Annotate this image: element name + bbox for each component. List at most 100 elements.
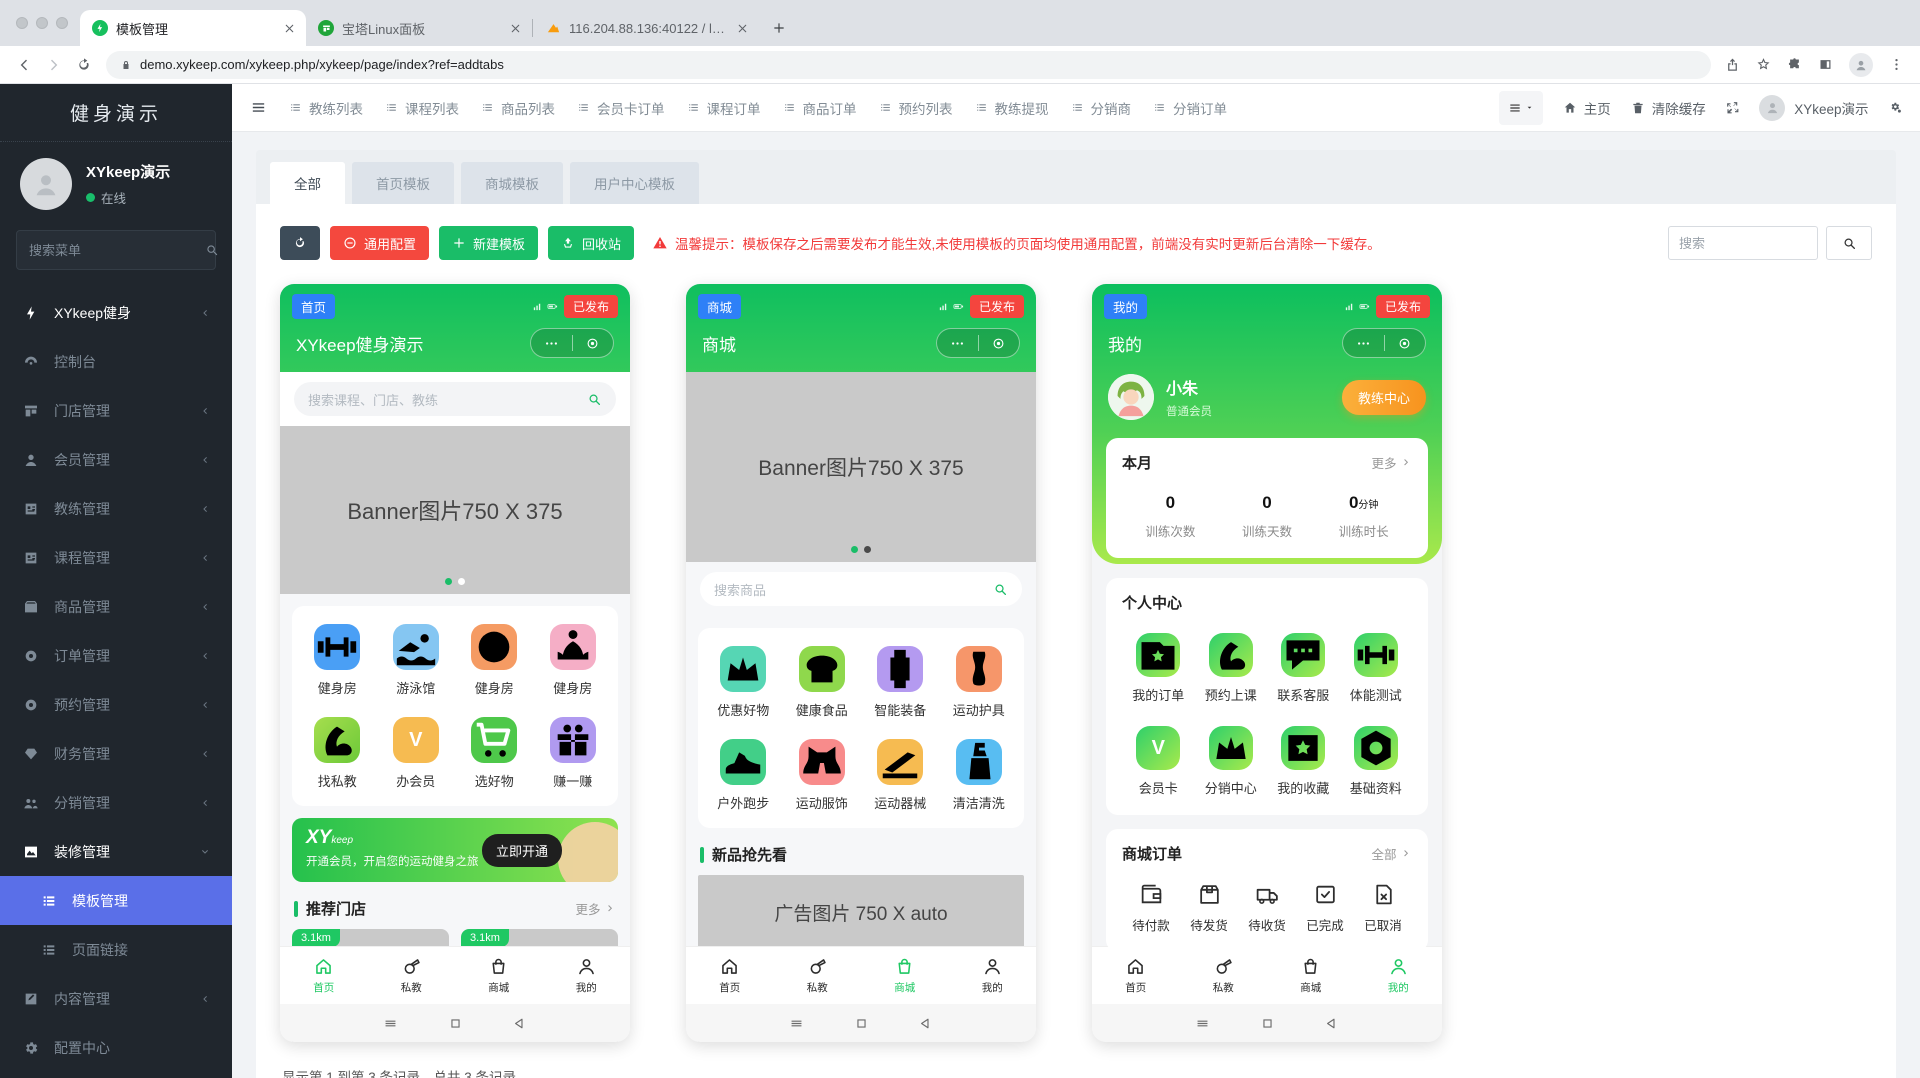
order-to-ship[interactable]: 待发货 (1180, 882, 1238, 934)
tabbar-coach[interactable]: 私教 (368, 947, 456, 1004)
navbar-user[interactable]: XYkeep演示 (1759, 95, 1868, 121)
grid-item-earn[interactable]: 赚一赚 (534, 717, 613, 790)
share-icon[interactable] (1725, 57, 1740, 72)
nav-coach-withdraw[interactable]: 教练提现 (975, 98, 1049, 118)
url-bar[interactable]: demo.xykeep.com/xykeep.php/xykeep/page/i… (106, 51, 1711, 79)
nav-course-orders[interactable]: 课程订单 (687, 98, 761, 118)
minimize-window-button[interactable] (36, 17, 48, 29)
pc-favorites[interactable]: 我的收藏 (1267, 726, 1340, 797)
android-home-icon[interactable] (853, 1015, 870, 1032)
tab-home-templates[interactable]: 首页模板 (352, 162, 454, 204)
menu-search-input[interactable] (29, 243, 205, 258)
more-dots-icon[interactable] (1343, 336, 1384, 351)
tabbar-home[interactable]: 首页 (280, 947, 368, 1004)
grid-item-food[interactable]: 健康食品 (783, 646, 862, 719)
order-completed[interactable]: 已完成 (1296, 882, 1354, 934)
grid-item-pool[interactable]: 游泳馆 (377, 624, 456, 697)
grid-item-gear[interactable]: 智能装备 (861, 646, 940, 719)
sidebar-item-members[interactable]: 会员管理 (0, 435, 232, 484)
android-menu-icon[interactable] (1194, 1015, 1211, 1032)
nav-product-list[interactable]: 商品列表 (481, 98, 555, 118)
close-window-button[interactable] (16, 17, 28, 29)
recycle-bin-button[interactable]: 回收站 (548, 226, 634, 260)
miniprogram-capsule[interactable] (1342, 328, 1426, 358)
grid-item-cleaning[interactable]: 清洁清洗 (940, 739, 1019, 812)
template-card-mall[interactable]: 商城 已发布 商城 (686, 284, 1036, 1042)
nav-coach-list[interactable]: 教练列表 (289, 98, 363, 118)
collapse-sidebar-icon[interactable] (250, 99, 267, 116)
capsule-target-icon[interactable] (979, 336, 1020, 351)
tabbar-home[interactable]: 首页 (1092, 947, 1180, 1004)
grid-item-ball[interactable]: 健身房 (455, 624, 534, 697)
pc-fitness-test[interactable]: 体能测试 (1340, 633, 1413, 704)
tabbar-coach[interactable]: 私教 (1180, 947, 1268, 1004)
forward-icon[interactable] (46, 57, 62, 73)
tab-all[interactable]: 全部 (270, 162, 345, 204)
more-dots-icon[interactable] (937, 336, 978, 351)
capsule-target-icon[interactable] (1385, 336, 1426, 351)
nav-course-list[interactable]: 课程列表 (385, 98, 459, 118)
order-pending-pay[interactable]: 待付款 (1122, 882, 1180, 934)
more-link[interactable]: 更多 (575, 899, 616, 918)
tabbar-home[interactable]: 首页 (686, 947, 774, 1004)
android-menu-icon[interactable] (788, 1015, 805, 1032)
new-tab-button[interactable] (765, 14, 793, 42)
tabbar-mall[interactable]: 商城 (455, 947, 543, 1004)
template-search-input[interactable] (1668, 226, 1818, 260)
android-home-icon[interactable] (447, 1015, 464, 1032)
tabbar-mine[interactable]: 我的 (543, 947, 631, 1004)
window-controls[interactable] (8, 0, 80, 46)
grid-item-member[interactable]: V办会员 (377, 717, 456, 790)
phone-search-bar[interactable]: 搜索商品 (700, 572, 1022, 606)
tabs-dropdown-button[interactable] (1499, 91, 1543, 125)
general-config-button[interactable]: 通用配置 (330, 226, 429, 260)
home-link[interactable]: 主页 (1563, 98, 1611, 118)
sidebar-item-stores[interactable]: 门店管理 (0, 386, 232, 435)
nav-product-orders[interactable]: 商品订单 (783, 98, 857, 118)
pc-contact-service[interactable]: 联系客服 (1267, 633, 1340, 704)
android-back-icon[interactable] (1323, 1015, 1340, 1032)
grid-item-gym[interactable]: 健身房 (298, 624, 377, 697)
all-link[interactable]: 全部 (1371, 844, 1412, 863)
new-template-button[interactable]: 新建模板 (439, 226, 538, 260)
refresh-button[interactable] (280, 226, 320, 260)
sidebar-user[interactable]: XYkeep演示 在线 (0, 142, 232, 226)
nav-booking-list[interactable]: 预约列表 (879, 98, 953, 118)
sidebar-item-bookings[interactable]: 预约管理 (0, 680, 232, 729)
coach-center-button[interactable]: 教练中心 (1342, 380, 1426, 415)
sidebar-item-orders[interactable]: 订单管理 (0, 631, 232, 680)
pc-book-class[interactable]: 预约上课 (1195, 633, 1268, 704)
template-card-home[interactable]: 首页 已发布 XYkeep健身演示 (280, 284, 630, 1042)
close-tab-icon[interactable] (509, 22, 522, 35)
close-tab-icon[interactable] (736, 22, 749, 35)
tab-mall-templates[interactable]: 商城模板 (461, 162, 563, 204)
nav-membercard-orders[interactable]: 会员卡订单 (577, 98, 665, 118)
miniprogram-capsule[interactable] (936, 328, 1020, 358)
android-back-icon[interactable] (511, 1015, 528, 1032)
android-home-icon[interactable] (1259, 1015, 1276, 1032)
clear-cache-link[interactable]: 清除缓存 (1631, 98, 1706, 118)
pc-my-orders[interactable]: 我的订单 (1122, 633, 1195, 704)
sidebar-item-courses[interactable]: 课程管理 (0, 533, 232, 582)
sidebar-item-distribution[interactable]: 分销管理 (0, 778, 232, 827)
more-link[interactable]: 更多 (1371, 453, 1412, 472)
activate-now-button[interactable]: 立即开通 (482, 834, 562, 867)
sidebar-item-config[interactable]: 配置中心 (0, 1023, 232, 1072)
sidebar-item-dashboard[interactable]: 控制台 (0, 337, 232, 386)
pc-member-card[interactable]: V会员卡 (1122, 726, 1195, 797)
zoom-window-button[interactable] (56, 17, 68, 29)
sidebar-item-coaches[interactable]: 教练管理 (0, 484, 232, 533)
sidebar-search[interactable] (16, 230, 216, 270)
grid-item-running[interactable]: 户外跑步 (704, 739, 783, 812)
template-card-usercenter[interactable]: 我的 已发布 我的 (1092, 284, 1442, 1042)
sidebar-item-page-links[interactable]: 页面链接 (0, 925, 232, 974)
grid-item-coach[interactable]: 找私教 (298, 717, 377, 790)
phone-search-bar[interactable]: 搜索课程、门店、教练 (294, 382, 616, 416)
sidebar-item-decoration[interactable]: 装修管理 (0, 827, 232, 876)
pc-distribution-center[interactable]: 分销中心 (1195, 726, 1268, 797)
sidebar-item-products[interactable]: 商品管理 (0, 582, 232, 631)
user-profile-row[interactable]: 小朱 普通会员 教练中心 (1092, 362, 1442, 440)
grid-item-apparel[interactable]: 运动服饰 (783, 739, 862, 812)
browser-tab-phpmyadmin[interactable]: 116.204.88.136:40122 / localho (533, 10, 759, 46)
reload-icon[interactable] (76, 57, 92, 73)
